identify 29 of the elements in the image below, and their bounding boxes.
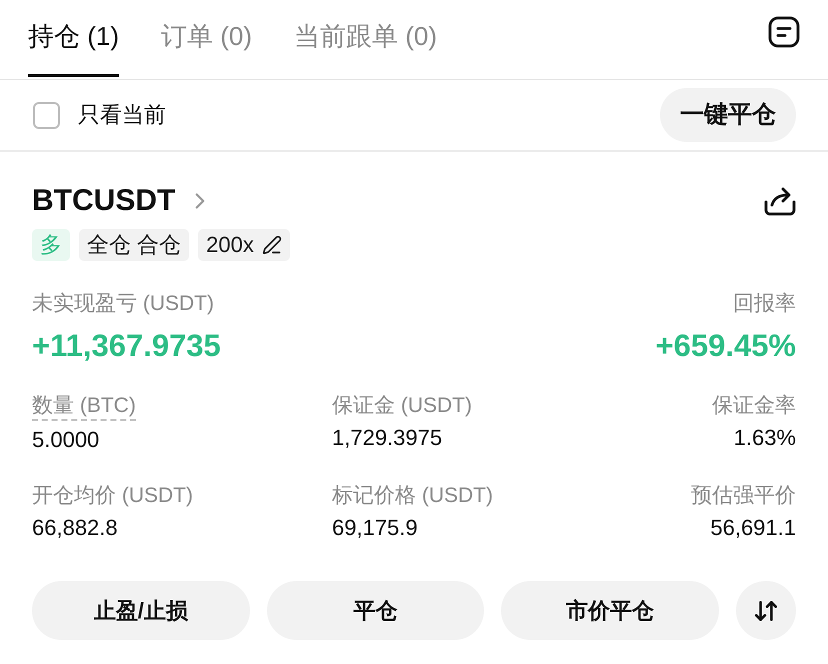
field-value: 5.0000 [32, 427, 100, 453]
tag-label: 多 [40, 234, 62, 256]
field-value: 66,882.8 [32, 515, 118, 541]
pnl-value: +11,367.9735 [32, 329, 221, 363]
pnl-label: 未实现盈亏 (USDT) [32, 291, 215, 317]
field-label: 开仓均价 (USDT) [32, 483, 193, 509]
action-button[interactable]: 平仓 [266, 581, 484, 640]
action-button[interactable]: 市价平仓 [501, 581, 720, 640]
field-label: 预估强平价 [691, 483, 796, 509]
share-icon[interactable] [764, 186, 796, 216]
checkbox[interactable] [33, 102, 60, 128]
field-label: 标记价格 (USDT) [332, 483, 493, 509]
edit-icon[interactable] [262, 235, 282, 255]
field-label: 保证金 (USDT) [332, 393, 472, 419]
checkbox-label: 只看当前 [78, 104, 166, 126]
field-value: 1,729.3975 [332, 425, 442, 451]
close-all-button[interactable]: 一键平仓 [660, 88, 796, 142]
field-label: 保证金率 [712, 393, 796, 419]
tag-label: 全仓 合仓 [87, 234, 182, 256]
roi-value: +659.45% [656, 329, 796, 363]
roi-label: 回报率 [733, 291, 796, 317]
action-button[interactable]: 止盈/止损 [32, 581, 250, 640]
field-value: 69,175.9 [332, 515, 418, 541]
field-value: 1.63% [734, 425, 796, 451]
symbol-title[interactable]: BTCUSDT [32, 186, 176, 216]
field-value: 56,691.1 [710, 515, 796, 541]
tag-label: 200x [206, 234, 254, 256]
document-icon[interactable] [768, 16, 800, 48]
leverage-tag[interactable]: 200x [198, 229, 290, 261]
